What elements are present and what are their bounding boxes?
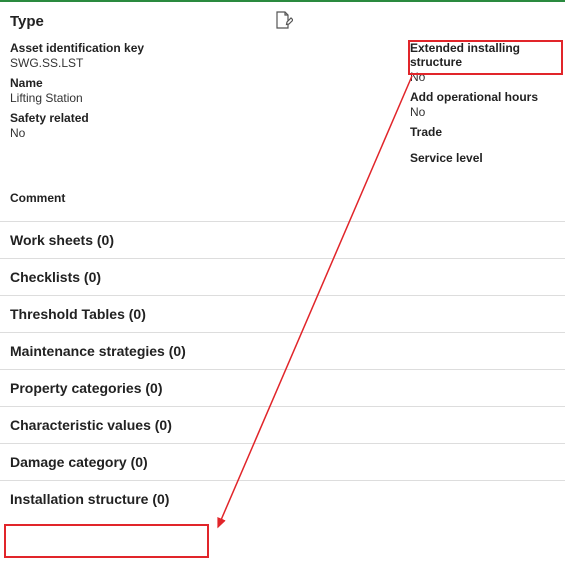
safety-field: Safety related No <box>10 111 410 140</box>
section-damage-category[interactable]: Damage category (0) <box>0 443 565 480</box>
safety-value: No <box>10 126 410 140</box>
section-installation-structure[interactable]: Installation structure (0) <box>0 480 565 517</box>
section-maintenance-strategies[interactable]: Maintenance strategies (0) <box>0 332 565 369</box>
name-field: Name Lifting Station <box>10 76 410 105</box>
section-threshold-tables[interactable]: Threshold Tables (0) <box>0 295 565 332</box>
name-value: Lifting Station <box>10 91 410 105</box>
extended-structure-field: Extended installing structure No <box>410 41 555 84</box>
page-title: Type <box>10 13 275 30</box>
details-left-column: Asset identification key SWG.SS.LST Name… <box>10 41 410 171</box>
operational-hours-value: No <box>410 105 555 119</box>
details-area: Asset identification key SWG.SS.LST Name… <box>0 39 565 181</box>
section-characteristic-values[interactable]: Characteristic values (0) <box>0 406 565 443</box>
service-level-field: Service level <box>410 151 555 165</box>
extended-structure-label: Extended installing structure <box>410 41 555 69</box>
comment-label: Comment <box>0 181 565 221</box>
name-label: Name <box>10 76 410 90</box>
asset-key-label: Asset identification key <box>10 41 410 55</box>
edit-page-icon[interactable] <box>275 10 293 33</box>
service-level-label: Service level <box>410 151 555 165</box>
asset-key-value: SWG.SS.LST <box>10 56 410 70</box>
section-property-categories[interactable]: Property categories (0) <box>0 369 565 406</box>
trade-label: Trade <box>410 125 555 139</box>
asset-key-field: Asset identification key SWG.SS.LST <box>10 41 410 70</box>
extended-structure-value: No <box>410 70 555 84</box>
trade-field: Trade <box>410 125 555 139</box>
highlight-installation-structure <box>4 524 209 558</box>
operational-hours-label: Add operational hours <box>410 90 555 104</box>
section-worksheets[interactable]: Work sheets (0) <box>0 221 565 258</box>
operational-hours-field: Add operational hours No <box>410 90 555 119</box>
header-row: Type <box>0 2 565 39</box>
safety-label: Safety related <box>10 111 410 125</box>
section-checklists[interactable]: Checklists (0) <box>0 258 565 295</box>
details-right-column: Extended installing structure No Add ope… <box>410 41 555 171</box>
